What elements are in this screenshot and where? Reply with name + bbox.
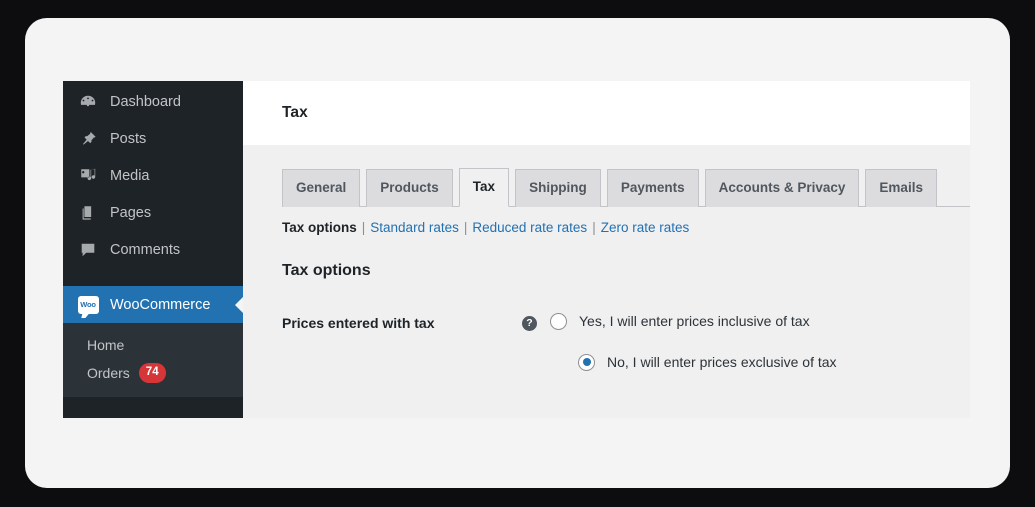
- radio-option-inclusive[interactable]: Yes, I will enter prices inclusive of ta…: [550, 312, 970, 330]
- radio-option-exclusive[interactable]: No, I will enter prices exclusive of tax: [578, 353, 970, 371]
- woo-logo: Woo: [77, 295, 99, 314]
- tab-emails[interactable]: Emails: [865, 169, 937, 207]
- admin-sidebar: Dashboard Posts Media Pages Comments Woo…: [63, 81, 244, 418]
- radio-icon[interactable]: [550, 312, 567, 330]
- sidebar-item-label: Posts: [110, 130, 147, 147]
- radio-group: Yes, I will enter prices inclusive of ta…: [550, 312, 970, 371]
- subtab-separator: |: [592, 219, 596, 235]
- subtab-zero-rate-rates[interactable]: Zero rate rates: [601, 220, 690, 235]
- sidebar-item-label: Media: [110, 167, 150, 184]
- section-heading: Tax options: [282, 261, 371, 279]
- tab-shipping[interactable]: Shipping: [515, 169, 601, 207]
- subtab-separator: |: [361, 219, 366, 235]
- tab-tax[interactable]: Tax: [458, 168, 510, 207]
- main-content: Tax General Products Tax Shipping Paymen…: [243, 81, 970, 418]
- settings-tabs: General Products Tax Shipping Payments A…: [282, 167, 970, 207]
- sidebar-item-posts[interactable]: Posts: [63, 120, 243, 157]
- sidebar-subitem-orders[interactable]: Orders 74: [63, 359, 243, 387]
- page-header: Tax: [243, 81, 970, 145]
- subtab-standard-rates[interactable]: Standard rates: [370, 220, 459, 235]
- prices-entered-with-tax-row: Prices entered with tax ? Yes, I will en…: [243, 312, 970, 371]
- pages-icon: [77, 203, 99, 223]
- page-title: Tax: [282, 104, 308, 121]
- radio-label: No, I will enter prices exclusive of tax: [607, 354, 837, 371]
- settings-tabs-wrapper: General Products Tax Shipping Payments A…: [243, 145, 970, 207]
- radio-label: Yes, I will enter prices inclusive of ta…: [579, 313, 810, 330]
- sidebar-item-pages[interactable]: Pages: [63, 194, 243, 231]
- subtab-reduced-rate-rates[interactable]: Reduced rate rates: [472, 220, 587, 235]
- sidebar-item-media[interactable]: Media: [63, 157, 243, 194]
- tab-payments[interactable]: Payments: [606, 169, 699, 207]
- subtab-links: Tax options | Standard rates | Reduced r…: [243, 220, 970, 235]
- tab-accounts-privacy[interactable]: Accounts & Privacy: [704, 169, 860, 207]
- wp-admin-shell: Dashboard Posts Media Pages Comments Woo…: [63, 81, 970, 418]
- sidebar-subitem-label: Orders: [87, 365, 130, 381]
- sidebar-item-dashboard[interactable]: Dashboard: [63, 83, 243, 120]
- subtab-tax-options[interactable]: Tax options: [282, 220, 357, 235]
- comments-icon: [77, 240, 99, 260]
- tab-products[interactable]: Products: [366, 169, 453, 207]
- sidebar-subitem-home[interactable]: Home: [63, 331, 243, 359]
- dashboard-icon: [77, 92, 99, 112]
- sidebar-item-label: Dashboard: [110, 93, 181, 110]
- sidebar-item-label: Pages: [110, 204, 152, 221]
- woocommerce-icon: Woo: [77, 295, 99, 315]
- sidebar-item-woocommerce[interactable]: Woo WooCommerce: [63, 286, 244, 323]
- woo-logo-text: Woo: [80, 299, 96, 309]
- browser-window-card: Dashboard Posts Media Pages Comments Woo…: [25, 18, 1010, 488]
- subtab-separator: |: [463, 219, 468, 235]
- tab-general[interactable]: General: [282, 169, 361, 207]
- radio-icon-selected[interactable]: [578, 353, 595, 371]
- help-icon[interactable]: ?: [522, 315, 537, 331]
- sidebar-item-comments[interactable]: Comments: [63, 231, 243, 268]
- pin-icon: [77, 129, 99, 149]
- orders-count-badge: 74: [138, 362, 166, 384]
- field-label: Prices entered with tax: [282, 314, 435, 331]
- sidebar-item-label: WooCommerce: [110, 296, 211, 313]
- woocommerce-submenu: Home Orders 74: [63, 323, 243, 397]
- media-icon: [77, 166, 99, 186]
- sidebar-subitem-label: Home: [87, 337, 125, 353]
- sidebar-item-label: Comments: [110, 241, 181, 258]
